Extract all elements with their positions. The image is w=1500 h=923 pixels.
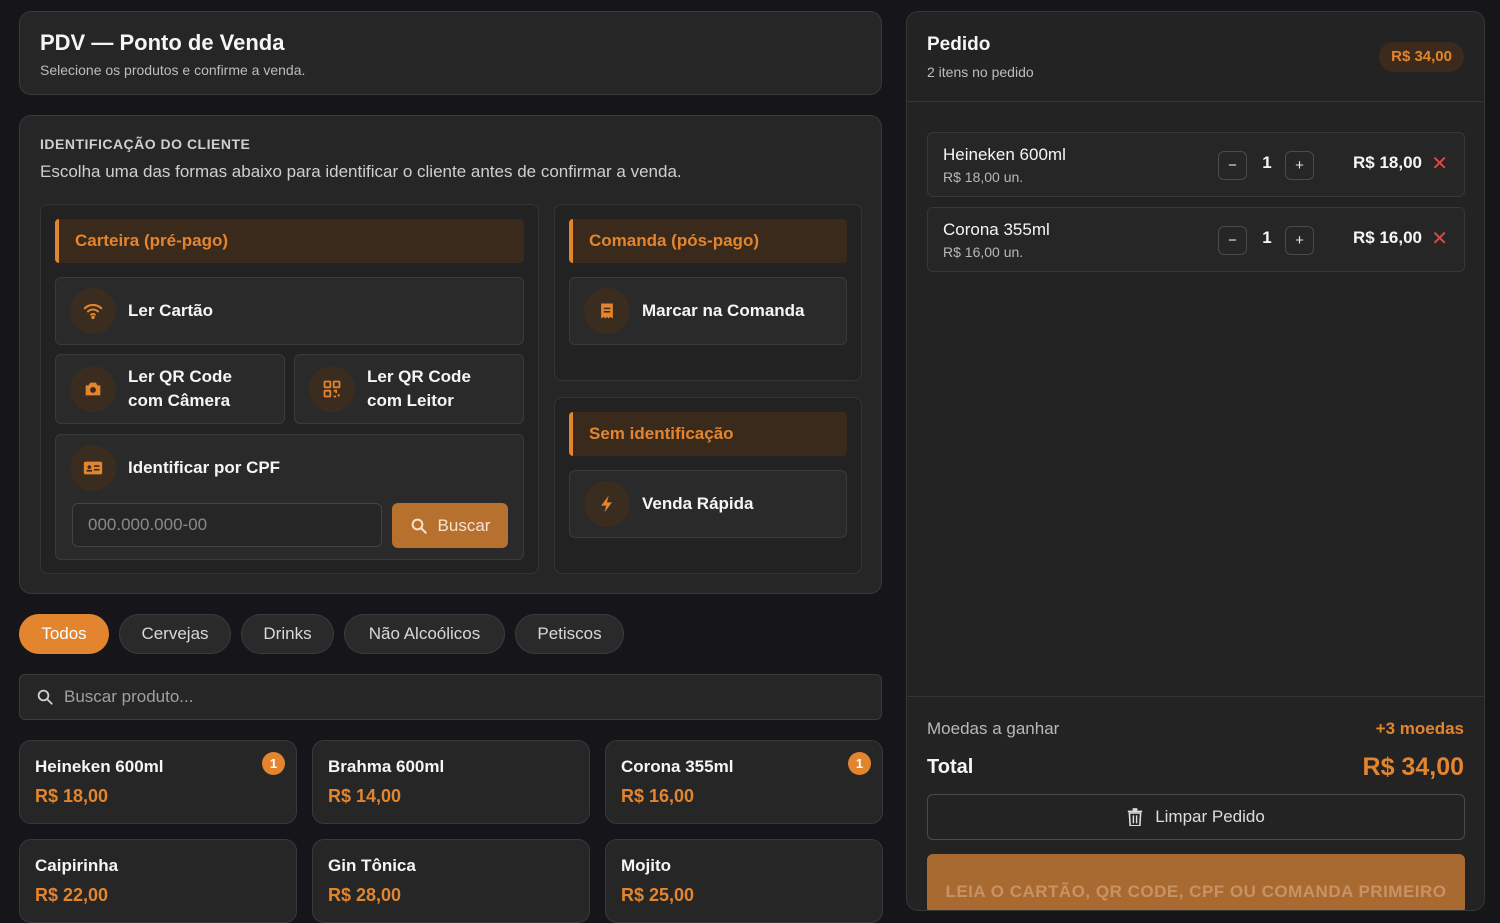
total-label: Total [927, 756, 974, 778]
product-name: Brahma 600ml [328, 757, 445, 776]
product-search-input[interactable] [64, 687, 844, 707]
product-name: Caipirinha [35, 856, 119, 875]
no-id-section-title: Sem identificação [569, 412, 847, 456]
mark-tab-label: Marcar na Comanda [642, 301, 805, 320]
qr-camera-label-line1: Ler QR Code [128, 367, 232, 386]
product-name: Gin Tônica [328, 856, 416, 875]
qr-reader-label: Ler QR Code com Leitor [367, 365, 471, 413]
cpf-search-label: Buscar [437, 515, 491, 535]
confirm-sale-button[interactable]: LEIA O CARTÃO, QR CODE, CPF OU COMANDA P… [927, 854, 1465, 910]
coins-value: +3 moedas [1375, 719, 1464, 738]
tab-nao-alcoolicos[interactable]: Não Alcoólicos [344, 614, 505, 654]
qr-camera-label-line2: com Câmera [128, 391, 231, 410]
mark-tab-button[interactable]: Marcar na Comanda [569, 277, 847, 345]
cpf-label: Identificar por CPF [128, 458, 281, 477]
order-item-total: R$ 18,00 [1353, 153, 1422, 172]
close-icon[interactable]: ✕ [1431, 226, 1448, 251]
decrease-qty-button[interactable]: − [1218, 226, 1247, 255]
total-value: R$ 34,00 [1362, 753, 1464, 781]
clear-order-button[interactable]: Limpar Pedido [927, 794, 1465, 840]
coins-label: Moedas a ganhar [927, 719, 1060, 738]
qr-reader-button[interactable]: Ler QR Code com Leitor [294, 354, 524, 424]
decrease-qty-button[interactable]: − [1218, 151, 1247, 180]
product-card[interactable]: Corona 355ml R$ 16,00 1 [605, 740, 883, 824]
qr-reader-label-line2: com Leitor [367, 391, 454, 410]
product-price: R$ 14,00 [328, 786, 402, 806]
order-item: Heineken 600ml R$ 18,00 un. − 1 + R$ 18,… [927, 132, 1465, 197]
product-card[interactable]: Gin Tônica R$ 28,00 [312, 839, 590, 923]
read-card-label: Ler Cartão [128, 301, 214, 320]
product-name: Heineken 600ml [35, 757, 164, 776]
product-name: Corona 355ml [621, 757, 734, 776]
product-qty-badge: 1 [262, 752, 285, 775]
order-summary: Moedas a ganhar +3 moedas Total R$ 34,00… [907, 696, 1484, 910]
order-item-qty: 1 [1262, 153, 1272, 172]
client-heading: IDENTIFICAÇÃO DO CLIENTE [40, 136, 251, 152]
cpf-input[interactable] [72, 503, 382, 547]
product-name: Mojito [621, 856, 672, 875]
product-card[interactable]: Mojito R$ 25,00 [605, 839, 883, 923]
page-subtitle: Selecione os produtos e confirme a venda… [40, 62, 306, 78]
quick-sale-label: Venda Rápida [642, 494, 754, 513]
product-card[interactable]: Caipirinha R$ 22,00 [19, 839, 297, 923]
qr-icon [309, 366, 355, 412]
increase-qty-button[interactable]: + [1285, 151, 1314, 180]
tab-drinks[interactable]: Drinks [241, 614, 334, 654]
product-price: R$ 25,00 [621, 885, 695, 905]
wallet-panel: Carteira (pré-pago) Ler Cartão Ler QR Co… [40, 204, 539, 574]
receipt-icon [584, 288, 630, 334]
search-icon [37, 689, 53, 705]
product-qty-badge: 1 [848, 752, 871, 775]
quick-sale-button[interactable]: Venda Rápida [569, 470, 847, 538]
product-price: R$ 16,00 [621, 786, 695, 806]
product-search-bar [19, 674, 882, 720]
wifi-icon [70, 288, 116, 334]
client-description: Escolha uma das formas abaixo para ident… [40, 162, 682, 181]
product-card[interactable]: Brahma 600ml R$ 14,00 [312, 740, 590, 824]
tab-cervejas[interactable]: Cervejas [119, 614, 231, 654]
qr-camera-button[interactable]: Ler QR Code com Câmera [55, 354, 285, 424]
order-header: Pedido 2 itens no pedido R$ 34,00 [907, 12, 1484, 102]
product-price: R$ 18,00 [35, 786, 109, 806]
cpf-panel: Identificar por CPF Buscar [55, 434, 524, 560]
cpf-search-button[interactable]: Buscar [392, 503, 508, 548]
id-card-icon [70, 445, 116, 491]
qr-reader-label-line1: Ler QR Code [367, 367, 471, 386]
product-price: R$ 22,00 [35, 885, 109, 905]
tab-panel: Comanda (pós-pago) Marcar na Comanda [554, 204, 862, 381]
order-panel: Pedido 2 itens no pedido R$ 34,00 Heinek… [906, 11, 1485, 911]
camera-icon [70, 366, 116, 412]
client-identification-panel: IDENTIFICAÇÃO DO CLIENTE Escolha uma das… [19, 115, 882, 594]
order-total-badge: R$ 34,00 [1379, 42, 1464, 72]
no-id-panel: Sem identificação Venda Rápida [554, 397, 862, 574]
lightning-icon [584, 481, 630, 527]
increase-qty-button[interactable]: + [1285, 226, 1314, 255]
product-card[interactable]: Heineken 600ml R$ 18,00 1 [19, 740, 297, 824]
qr-camera-label: Ler QR Code com Câmera [128, 365, 232, 413]
order-item-qty: 1 [1262, 228, 1272, 247]
tab-todos[interactable]: Todos [19, 614, 109, 654]
wallet-section-title: Carteira (pré-pago) [55, 219, 524, 263]
tab-section-title: Comanda (pós-pago) [569, 219, 847, 263]
clear-order-label: Limpar Pedido [1155, 807, 1265, 826]
page-title: PDV — Ponto de Venda [40, 30, 285, 55]
tab-petiscos[interactable]: Petiscos [515, 614, 624, 654]
read-card-button[interactable]: Ler Cartão [55, 277, 524, 345]
product-price: R$ 28,00 [328, 885, 402, 905]
trash-icon [1127, 808, 1143, 826]
order-item: Corona 355ml R$ 16,00 un. − 1 + R$ 16,00… [927, 207, 1465, 272]
page-header: PDV — Ponto de Venda Selecione os produt… [19, 11, 882, 95]
order-item-total: R$ 16,00 [1353, 228, 1422, 247]
close-icon[interactable]: ✕ [1431, 151, 1448, 176]
search-icon [411, 518, 427, 534]
